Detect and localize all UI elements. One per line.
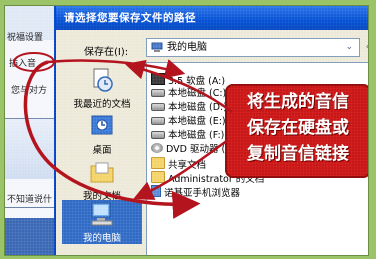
place-label: 我最近的文档 [73, 99, 131, 110]
recent-docs-icon [93, 68, 113, 92]
list-item[interactable]: 本地磁盘 (C:) [151, 87, 226, 100]
save-in-value: 我的电脑 [167, 42, 207, 53]
bg-item-you-and-other: 您与对方 [11, 86, 48, 96]
hard-drive-icon [151, 131, 165, 139]
place-my-computer[interactable]: 我的电脑 [62, 200, 142, 244]
dialog-titlebar[interactable]: 请选择您要保存文件的路径 [56, 6, 368, 30]
place-recent-documents[interactable]: 我最近的文档 [62, 66, 142, 110]
hard-drive-icon [151, 89, 165, 97]
list-item[interactable]: 本地磁盘 (D:) [151, 101, 227, 114]
save-in-combobox[interactable]: 我的电脑 ⌄ [146, 38, 360, 57]
dvd-drive-icon [151, 143, 163, 153]
list-item[interactable]: 本地磁盘 (E:) [151, 115, 226, 128]
callout-line: 复制音信链接 [247, 144, 349, 164]
my-computer-small-icon [151, 42, 163, 52]
my-computer-icon [91, 202, 113, 226]
list-item[interactable]: 诺基亚手机浏览器 [151, 185, 240, 199]
callout-line: 保存在硬盘或 [247, 118, 349, 138]
callout-line: 将生成的音信 [247, 92, 349, 112]
bg-item-insert-audio[interactable]: 插入音 [9, 56, 36, 69]
phone-browser-icon [151, 185, 161, 197]
folder-icon [151, 157, 165, 169]
hard-drive-icon [151, 117, 165, 125]
back-arrow-icon[interactable]: ⇦ [366, 40, 368, 53]
save-in-label: 保存在(I): [84, 47, 129, 58]
hard-drive-icon [151, 103, 165, 111]
list-item[interactable]: 共享文档 [151, 157, 206, 171]
floppy-drive-icon [151, 73, 165, 85]
list-item[interactable]: 3.5 软盘 (A:) [151, 73, 225, 87]
list-item[interactable]: 本地磁盘 (F:) [151, 129, 224, 142]
place-desktop[interactable]: 桌面 [62, 112, 142, 156]
places-bar: 我最近的文档 桌面 我的文档 我的电脑 [62, 62, 142, 255]
chevron-down-icon[interactable]: ⌄ [345, 39, 353, 56]
place-my-documents[interactable]: 我的文档 [62, 158, 142, 202]
folder-icon [151, 171, 165, 183]
bg-item-dont-know: 不知道说什 [7, 195, 53, 205]
annotation-callout: 将生成的音信 保存在硬盘或 复制音信链接 [225, 84, 368, 178]
place-label: 桌面 [92, 145, 112, 156]
desktop-icon [91, 115, 113, 135]
place-label: 我的电脑 [82, 233, 121, 244]
screenshot-frame: 祝福设置 插入音 您与对方 不知道说什 请选择您要保存文件的路径 保存在(I):… [5, 6, 368, 255]
bg-item-greeting-settings[interactable]: 祝福设置 [7, 30, 43, 43]
dialog-title: 请选择您要保存文件的路径 [64, 12, 196, 24]
my-documents-icon [90, 162, 114, 183]
